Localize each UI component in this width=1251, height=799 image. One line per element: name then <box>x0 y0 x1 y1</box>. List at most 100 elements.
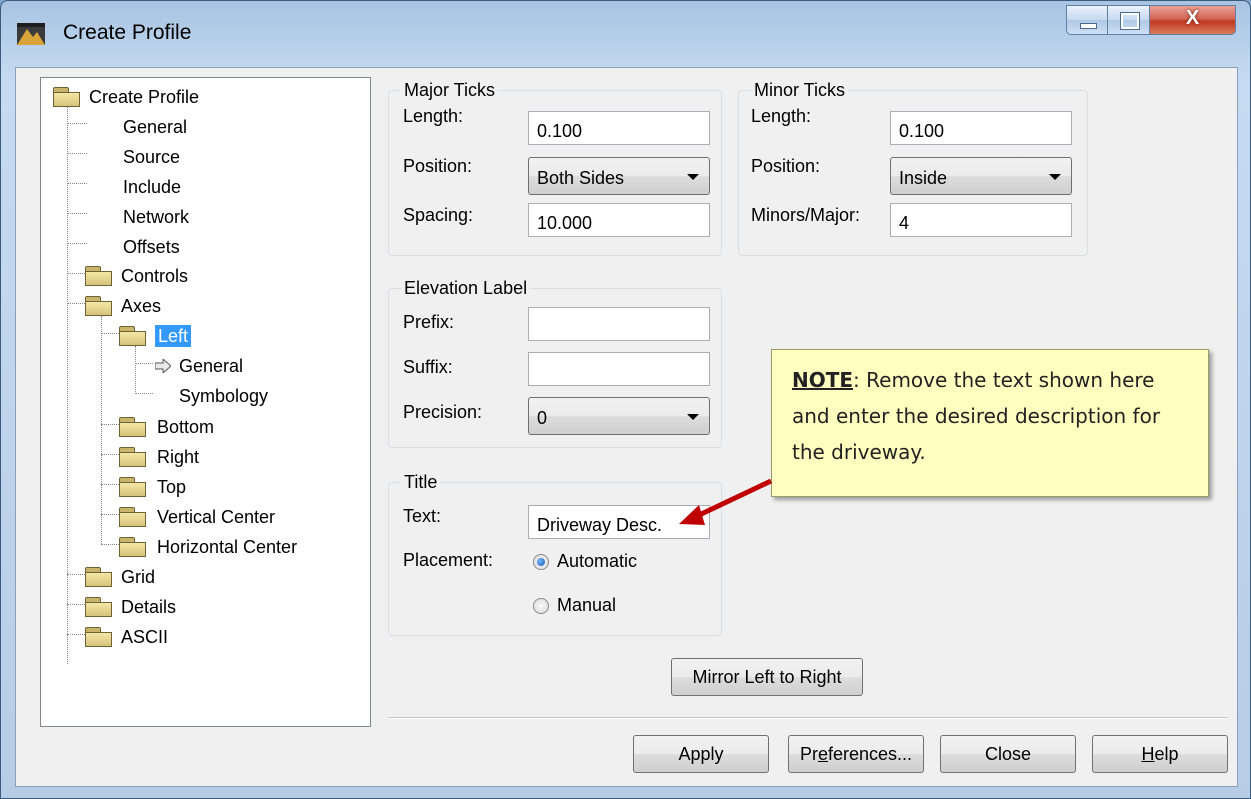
button-label-accelerator: e <box>817 744 828 764</box>
tree-item-include[interactable]: Include <box>123 176 181 198</box>
tree-line <box>101 544 119 545</box>
tree-line <box>101 514 119 515</box>
precision-dropdown[interactable]: 0 <box>528 397 710 435</box>
folder-open-icon <box>119 326 147 346</box>
tree-line <box>101 424 119 425</box>
tree-line <box>67 123 87 124</box>
tree-line <box>135 363 153 364</box>
tree-item-label: ASCII <box>121 627 169 647</box>
tree-line <box>101 333 119 334</box>
tree-line <box>67 153 87 154</box>
window-title: Create Profile <box>63 21 192 44</box>
suffix-label: Suffix: <box>403 357 453 377</box>
tree-line <box>101 454 119 455</box>
minor-position-dropdown[interactable]: Inside <box>890 157 1072 195</box>
apply-button[interactable]: Apply <box>633 735 769 773</box>
major-length-input[interactable]: 0.100 <box>528 111 710 145</box>
elevation-label-group: Elevation Label Prefix: Suffix: Precisio… <box>388 277 722 448</box>
suffix-input[interactable] <box>528 352 710 386</box>
prefix-label: Prefix: <box>403 312 455 332</box>
tree-line <box>67 303 85 304</box>
tree-item-offsets[interactable]: Offsets <box>123 236 180 258</box>
major-ticks-group: Major Ticks Length: 0.100 Position: Both… <box>388 79 722 256</box>
folder-icon <box>85 567 113 587</box>
chevron-down-icon <box>687 414 699 420</box>
tree-item-source[interactable]: Source <box>123 146 180 168</box>
title-bar[interactable]: Create Profile X <box>1 1 1250 67</box>
major-ticks-title: Major Ticks <box>401 79 499 101</box>
tree-item-label: General <box>179 356 244 376</box>
tree-line <box>101 316 102 544</box>
major-length-label: Length: <box>403 106 464 126</box>
close-button[interactable]: Close <box>940 735 1076 773</box>
tree-item-label: Controls <box>121 266 189 286</box>
major-position-dropdown[interactable]: Both Sides <box>528 157 710 195</box>
tree-line <box>67 183 87 184</box>
maximize-icon <box>1120 12 1140 30</box>
title-group-title: Title <box>401 471 441 493</box>
folder-icon <box>119 537 147 557</box>
caption-buttons: X <box>1066 5 1236 39</box>
major-position-value: Both Sides <box>537 168 625 188</box>
tree-item-symbology[interactable]: Symbology <box>179 385 268 407</box>
minor-ticks-group: Minor Ticks Length: 0.100 Position: Insi… <box>738 79 1088 256</box>
tree-line <box>135 346 136 394</box>
mirror-left-to-right-button[interactable]: Mirror Left to Right <box>671 658 863 696</box>
button-label: ferences... <box>827 744 913 764</box>
minor-length-input[interactable]: 0.100 <box>890 111 1072 145</box>
tree-item-label: Bottom <box>157 417 215 437</box>
folder-icon <box>119 447 147 467</box>
folder-open-icon <box>85 296 113 316</box>
tree-line <box>67 213 87 214</box>
automatic-radio-label[interactable]: Automatic <box>557 550 637 572</box>
arrow-right-icon <box>155 359 171 373</box>
chevron-down-icon <box>687 174 699 180</box>
minor-length-label: Length: <box>751 106 812 126</box>
annotation-note: NOTE: Remove the text shown here and ent… <box>771 349 1209 497</box>
tree-line <box>135 393 153 394</box>
tree-item-label: Horizontal Center <box>157 537 298 557</box>
tree-line <box>67 574 85 575</box>
tree-item-label: Vertical Center <box>157 507 276 527</box>
minor-position-label: Position: <box>751 156 821 176</box>
tree-view[interactable]: Create Profile General Source Include Ne… <box>40 77 371 727</box>
minors-per-major-label: Minors/Major: <box>751 205 861 225</box>
prefix-input[interactable] <box>528 307 710 341</box>
tree-item-label: Right <box>157 447 200 467</box>
tree-item-label: Axes <box>121 296 162 316</box>
major-position-label: Position: <box>403 156 473 176</box>
manual-radio[interactable] <box>533 598 549 614</box>
folder-icon <box>85 597 113 617</box>
minor-position-value: Inside <box>899 168 948 188</box>
tree-line <box>67 604 85 605</box>
maximize-button[interactable] <box>1108 5 1150 35</box>
elevation-label-title: Elevation Label <box>401 277 531 299</box>
button-label: Pr <box>799 744 818 764</box>
preferences-button[interactable]: Preferences... <box>788 735 924 773</box>
tree-item-general[interactable]: General <box>123 116 187 138</box>
close-window-button[interactable]: X <box>1150 5 1236 35</box>
manual-radio-label[interactable]: Manual <box>557 594 616 616</box>
tree-line <box>67 273 85 274</box>
close-icon: X <box>1185 7 1200 29</box>
create-profile-window: Create Profile X Create Profile General … <box>0 0 1251 799</box>
folder-icon <box>85 266 113 286</box>
major-spacing-input[interactable]: 10.000 <box>528 203 710 237</box>
annotation-arrow-icon <box>679 478 773 525</box>
button-label-accelerator: H <box>1141 744 1155 764</box>
folder-open-icon <box>53 87 81 107</box>
title-text-label: Text: <box>403 506 442 526</box>
tree-line <box>67 106 68 664</box>
tree-item-network[interactable]: Network <box>123 206 189 228</box>
folder-icon <box>119 507 147 527</box>
separator <box>388 717 1228 719</box>
folder-icon <box>119 417 147 437</box>
tree-item-label: Details <box>121 597 177 617</box>
help-button[interactable]: Help <box>1092 735 1228 773</box>
automatic-radio[interactable] <box>533 554 549 570</box>
minors-per-major-input[interactable]: 4 <box>890 203 1072 237</box>
tree-item-label-selected: Left <box>155 325 192 347</box>
minimize-button[interactable] <box>1066 5 1108 35</box>
tree-line <box>101 484 119 485</box>
tree-item-label: Create Profile <box>89 87 200 107</box>
